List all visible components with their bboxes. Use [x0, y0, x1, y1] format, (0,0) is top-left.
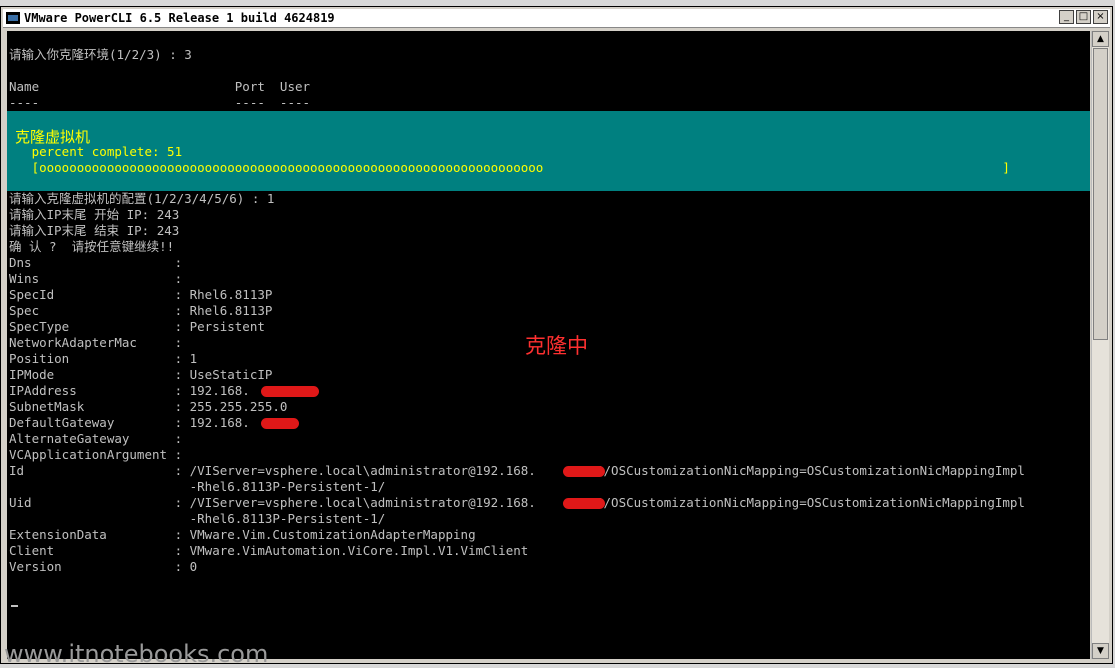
console-output[interactable]: 请输入你克隆环境(1/2/3) : 3 Name Port User ---- … — [7, 31, 1090, 659]
console-line: NetworkAdapterMac : — [9, 335, 183, 350]
console-line: ExtensionData : VMware.Vim.Customization… — [9, 527, 476, 542]
console-line: Version : 0 — [9, 559, 198, 574]
redaction-mark — [563, 466, 605, 477]
window-title: VMware PowerCLI 6.5 Release 1 build 4624… — [24, 11, 335, 25]
console-line: Client : VMware.VimAutomation.ViCore.Imp… — [9, 543, 529, 558]
console-line: Wins : — [9, 271, 183, 286]
site-watermark: www.itnotebooks.com — [4, 640, 269, 668]
scrollbar-thumb[interactable] — [1093, 48, 1108, 340]
console-line: AlternateGateway : — [9, 431, 183, 446]
console-line: Uid : /VIServer=vsphere.local\administra… — [9, 495, 1025, 510]
console-line: Name Port User — [9, 79, 311, 94]
cloning-annotation: 克隆中 — [525, 334, 588, 358]
console-line: -Rhel6.8113P-Persistent-1/ — [9, 479, 386, 494]
console-line: DefaultGateway : 192.168. — [9, 415, 250, 430]
console-line: VCApplicationArgument : — [9, 447, 183, 462]
console-line: SubnetMask : 255.255.255.0 — [9, 399, 288, 414]
progress-status: percent complete: 51 — [9, 144, 183, 159]
progress-panel: 克隆虚拟机 percent complete: 51 [oooooooooooo… — [7, 111, 1090, 191]
console-line: SpecType : Persistent — [9, 319, 265, 334]
console-line: Position : 1 — [9, 351, 198, 366]
console-line: SpecId : Rhel6.8113P — [9, 287, 273, 302]
progress-bar: [ooooooooooooooooooooooooooooooooooooooo… — [9, 160, 1010, 175]
scroll-up-icon[interactable]: ▲ — [1092, 31, 1109, 47]
scroll-down-icon[interactable]: ▼ — [1092, 643, 1109, 659]
minimize-button[interactable]: _ — [1059, 10, 1074, 24]
redaction-mark — [563, 498, 605, 509]
maximize-button[interactable]: □ — [1076, 10, 1091, 24]
title-bar[interactable]: VMware PowerCLI 6.5 Release 1 build 4624… — [3, 9, 1110, 28]
close-button[interactable]: × — [1093, 10, 1108, 24]
console-app-icon — [6, 12, 20, 24]
console-line: 请输入克隆虚拟机的配置(1/2/3/4/5/6) : 1 — [9, 191, 275, 206]
console-line: IPAddress : 192.168. — [9, 383, 250, 398]
powercli-window: VMware PowerCLI 6.5 Release 1 build 4624… — [0, 6, 1113, 664]
console-line: -Rhel6.8113P-Persistent-1/ — [9, 511, 386, 526]
console-line: 请输入你克隆环境(1/2/3) : 3 — [9, 47, 192, 62]
console-line: 确 认 ? 请按任意键继续!! — [9, 239, 175, 254]
console-line: Dns : — [9, 255, 183, 270]
console-line: Spec : Rhel6.8113P — [9, 303, 273, 318]
console-line: ---- ---- ---- — [9, 95, 311, 110]
console-line: Id : /VIServer=vsphere.local\administrat… — [9, 463, 1025, 478]
redaction-mark — [261, 386, 319, 397]
text-cursor — [11, 605, 18, 607]
window-controls: _ □ × — [1059, 10, 1108, 24]
redaction-mark — [261, 418, 299, 429]
console-line: 请输入IP末尾 开始 IP: 243 — [9, 207, 180, 222]
vertical-scrollbar[interactable]: ▲ ▼ — [1091, 31, 1109, 659]
console-line: IPMode : UseStaticIP — [9, 367, 273, 382]
console-line: 请输入IP末尾 结束 IP: 243 — [9, 223, 180, 238]
